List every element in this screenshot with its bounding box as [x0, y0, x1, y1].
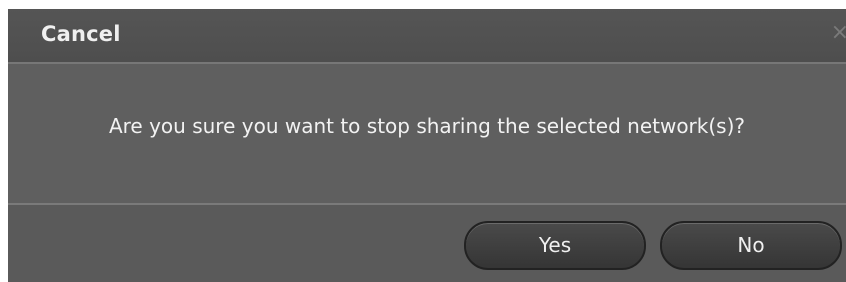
- yes-button[interactable]: Yes: [464, 221, 646, 270]
- no-button[interactable]: No: [660, 221, 842, 270]
- dialog-title: Cancel: [41, 22, 121, 46]
- confirm-dialog: Cancel × Are you sure you want to stop s…: [8, 9, 846, 282]
- dialog-footer: Yes No: [8, 205, 846, 282]
- dialog-titlebar: Cancel ×: [8, 9, 846, 62]
- dialog-body: Are you sure you want to stop sharing th…: [8, 64, 846, 204]
- close-icon[interactable]: ×: [831, 20, 846, 45]
- confirmation-message: Are you sure you want to stop sharing th…: [108, 114, 746, 138]
